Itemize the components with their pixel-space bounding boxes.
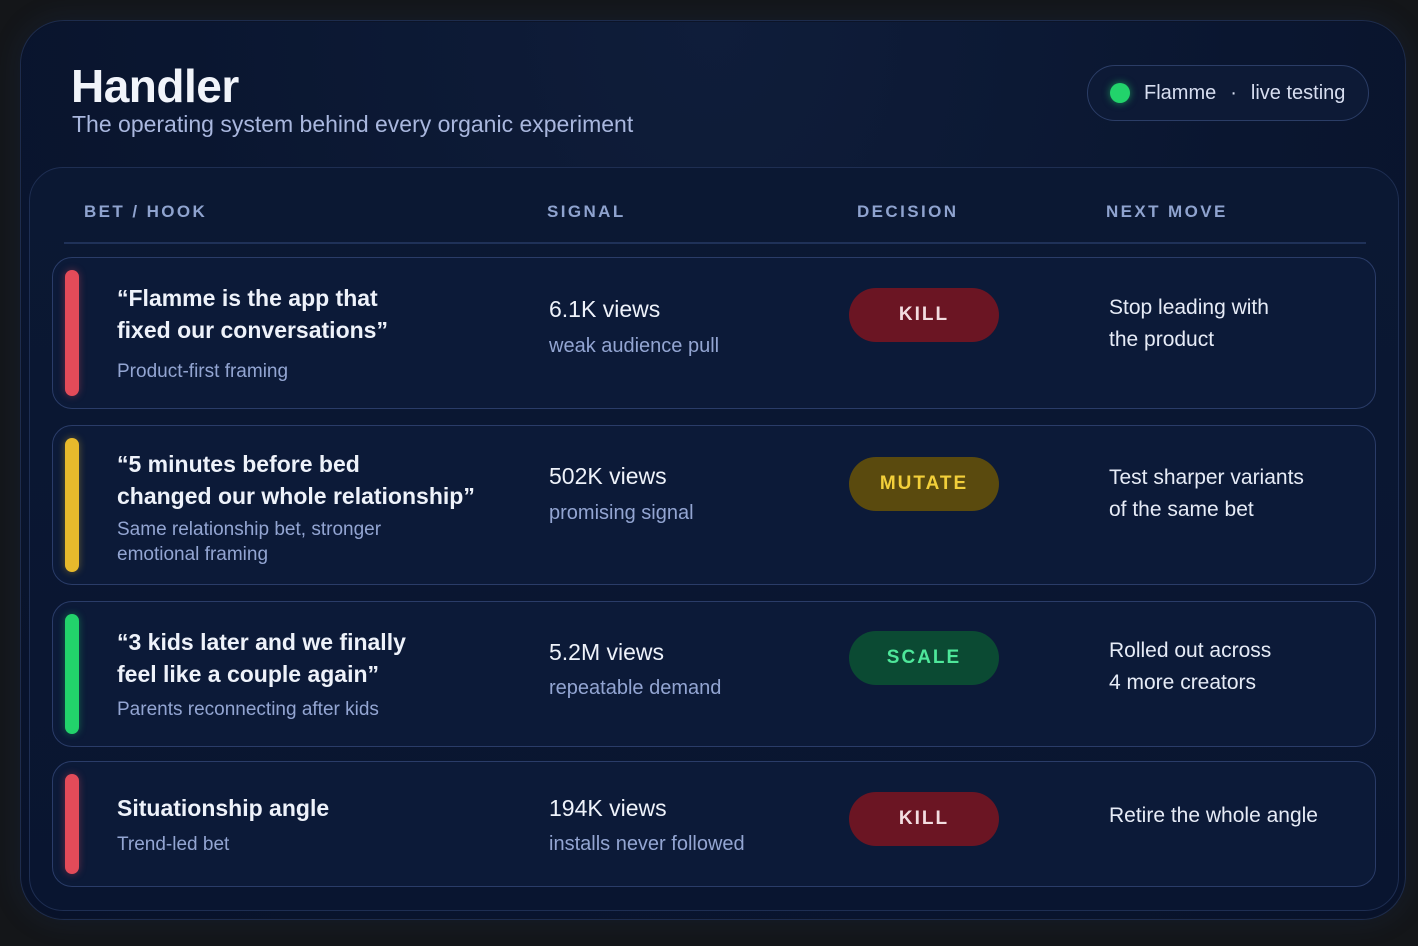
column-header-decision: DECISION	[857, 202, 959, 221]
decision-badge-mutate[interactable]: MUTATE	[849, 457, 999, 511]
bet-hook-title: “3 kids later and we finally feel like a …	[117, 629, 406, 687]
live-status-dot-icon	[1110, 83, 1130, 103]
decision-badge-kill[interactable]: KILL	[849, 288, 999, 342]
bet-hook-subtitle: Trend-led bet	[117, 834, 230, 855]
bet-hook-title: “5 minutes before bed changed our whole r…	[117, 451, 475, 509]
views-count: 5.2M views	[549, 639, 665, 665]
table-row[interactable]: Situationship angle Trend-led bet 194K v…	[52, 761, 1376, 887]
next-move-text: Stop leading with the product	[1109, 296, 1269, 351]
status-app-name: Flamme	[1144, 81, 1217, 104]
next-move-text: Retire the whole angle	[1109, 804, 1318, 827]
bet-hook-title: Situationship angle	[117, 795, 330, 821]
status-state: live testing	[1250, 81, 1346, 104]
app-window: Handler The operating system behind ever…	[20, 20, 1406, 920]
column-header-bet-hook: BET / HOOK	[84, 202, 208, 221]
bet-hook-title: “Flamme is the app that fixed our convers…	[117, 285, 388, 343]
status-bar	[65, 438, 79, 572]
header-divider	[64, 242, 1366, 244]
signal-label: repeatable demand	[549, 677, 722, 699]
table-row[interactable]: “5 minutes before bed changed our whole r…	[52, 425, 1376, 585]
page-title: Handler	[71, 60, 239, 112]
page-subtitle: The operating system behind every organi…	[72, 111, 634, 137]
views-count: 502K views	[549, 463, 667, 489]
table-row[interactable]: “Flamme is the app that fixed our convers…	[52, 257, 1376, 409]
status-bar	[65, 774, 79, 874]
column-header-next-move: NEXT MOVE	[1106, 202, 1228, 221]
next-move-text: Test sharper variants of the same bet	[1109, 466, 1304, 521]
decision-badge-kill[interactable]: KILL	[849, 792, 999, 846]
views-count: 194K views	[549, 795, 667, 821]
decision-badge-scale[interactable]: SCALE	[849, 631, 999, 685]
column-header-signal: SIGNAL	[547, 202, 626, 221]
bet-hook-subtitle: Same relationship bet, stronger emotional…	[117, 519, 382, 565]
status-separator: ·	[1230, 81, 1237, 104]
bet-hook-subtitle: Parents reconnecting after kids	[117, 699, 379, 720]
status-bar	[65, 614, 79, 734]
status-bar	[65, 270, 79, 396]
signal-label: promising signal	[549, 502, 694, 524]
bet-hook-subtitle: Product-first framing	[117, 361, 289, 382]
experiments-table: BET / HOOK SIGNAL DECISION NEXT MOVE “Fl…	[29, 167, 1399, 911]
next-move-text: Rolled out across 4 more creators	[1109, 639, 1272, 694]
views-count: 6.1K views	[549, 296, 661, 322]
table-row[interactable]: “3 kids later and we finally feel like a …	[52, 601, 1376, 747]
signal-label: weak audience pull	[549, 335, 720, 357]
live-status-pill[interactable]: Flamme · live testing	[1087, 65, 1369, 121]
signal-label: installs never followed	[549, 833, 745, 855]
